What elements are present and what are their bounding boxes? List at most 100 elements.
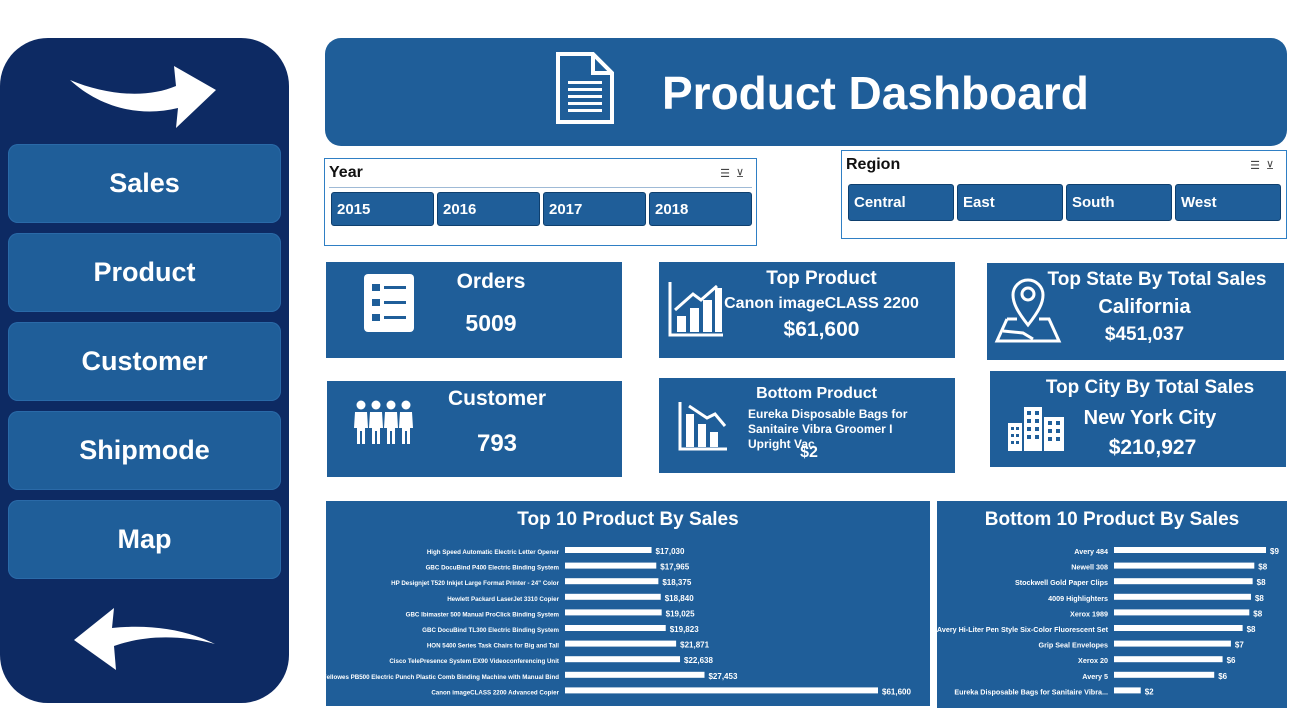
checklist-icon (364, 274, 414, 332)
bar-value-label: $6 (1227, 656, 1236, 665)
decline-chart-icon (678, 402, 727, 451)
year-2015-button[interactable]: 2015 (331, 192, 434, 226)
bar-value-label: $8 (1258, 563, 1267, 572)
bar-category-label: High Speed Automatic Electric Letter Ope… (427, 549, 560, 556)
bar-category-label: Newell 308 (1071, 563, 1108, 572)
year-2017-button[interactable]: 2017 (543, 192, 646, 226)
bar-category-label: GBC Ibimaster 500 Manual ProClick Bindin… (406, 611, 560, 618)
bar-category-label: Grip Seal Envelopes (1038, 641, 1108, 650)
nav-product-button[interactable]: Product (8, 233, 281, 312)
region-item-label: South (1072, 194, 1115, 211)
bottom10-bar-chart: Avery 484 $9 Newell 308 $8 Stockwell Gold Pa… (937, 547, 1279, 696)
bar (565, 656, 681, 663)
top-city-title: Top City By Total Sales (1045, 377, 1255, 398)
bar (1114, 609, 1250, 616)
divider (329, 187, 752, 188)
bar (565, 671, 705, 678)
bar-category-label: Fellowes PB500 Electric Punch Plastic Co… (326, 674, 559, 681)
orders-title: Orders (456, 270, 526, 293)
bar-category-label: HP Designjet T520 Inkjet Large Format Pr… (391, 580, 559, 587)
growth-chart-icon (668, 282, 723, 337)
orders-value: 5009 (465, 310, 517, 336)
document-icon (556, 52, 614, 124)
year-item-label: 2015 (337, 200, 371, 218)
region-west-button[interactable]: West (1175, 184, 1281, 221)
region-item-label: West (1181, 194, 1217, 211)
bar-value-label: $8 (1257, 578, 1266, 587)
top-product-card: Top Product Canon imageCLASS 2200 $61,60… (659, 262, 955, 358)
region-south-button[interactable]: South (1066, 184, 1172, 221)
bar (1114, 593, 1251, 600)
bar-category-label: Avery 5 (1082, 672, 1108, 681)
page-title: Product Dashboard (662, 67, 1089, 119)
bar-value-label: $18,840 (665, 594, 694, 603)
region-item-label: East (963, 194, 995, 211)
bar-category-label: Avery 484 (1074, 547, 1108, 556)
bar-value-label: $22,638 (684, 656, 713, 665)
bar (1114, 562, 1255, 569)
nav-shipmode-button[interactable]: Shipmode (8, 411, 281, 490)
bar-value-label: $19,823 (670, 625, 699, 634)
orders-card: Orders 5009 (326, 262, 622, 358)
top-product-name: Canon imageCLASS 2200 (724, 295, 919, 312)
top-product-title: Top Product (766, 268, 877, 289)
nav-customer-label: Customer (81, 346, 208, 376)
bar (565, 625, 666, 631)
bar (565, 562, 657, 569)
customer-value: 793 (476, 430, 518, 457)
bar-category-label: Cisco TelePresence System EX90 Videoconf… (389, 658, 559, 665)
year-item-label: 2018 (655, 200, 689, 218)
bar-value-label: $17,965 (660, 563, 689, 572)
bar (565, 547, 652, 553)
bar-category-label: 4009 Highlighters (1048, 594, 1108, 603)
bar (565, 640, 677, 647)
bar-value-label: $19,025 (666, 609, 695, 618)
nav-sales-button[interactable]: Sales (8, 144, 281, 223)
bar-value-label: $8 (1247, 625, 1256, 634)
year-2016-button[interactable]: 2016 (437, 192, 540, 226)
bar (1114, 547, 1266, 553)
back-arrow-icon[interactable] (72, 604, 217, 680)
bar-value-label: $27,453 (708, 672, 737, 681)
bar (565, 687, 878, 694)
nav-map-button[interactable]: Map (8, 500, 281, 579)
top-state-card: Top State By Total Sales California $451… (987, 263, 1284, 360)
side-navigation: Sales Product Customer Shipmode Map (0, 38, 289, 703)
nav-shipmode-label: Shipmode (79, 435, 210, 465)
bar-category-label: Hewlett Packard LaserJet 3310 Copier (447, 596, 559, 603)
bottom-product-value: $2 (800, 444, 818, 461)
bar-category-label: HON 5400 Series Task Chairs for Big and … (427, 643, 559, 650)
bar (565, 593, 661, 600)
region-central-button[interactable]: Central (848, 184, 954, 221)
year-2018-button[interactable]: 2018 (649, 192, 752, 226)
bar-value-label: $8 (1253, 609, 1262, 618)
bar (1114, 687, 1141, 694)
bar-category-label: Canon imageCLASS 2200 Advanced Copier (431, 689, 559, 696)
top-city-name: New York City (1083, 407, 1217, 429)
nav-sales-label: Sales (109, 168, 180, 198)
year-slicer: Year ☰⊻ 2015 2016 2017 2018 (324, 158, 757, 246)
bar-category-label: Stockwell Gold Paper Clips (1015, 578, 1108, 587)
top-city-card: Top City By Total Sales New York City $2… (990, 371, 1286, 467)
bar-category-label: GBC DocuBind TL300 Electric Binding Syst… (422, 627, 559, 634)
bottom-product-card: Bottom Product Eureka Disposable Bags fo… (659, 378, 955, 473)
nav-customer-button[interactable]: Customer (8, 322, 281, 401)
top10-bar-chart: High Speed Automatic Electric Letter Ope… (326, 547, 911, 696)
region-east-button[interactable]: East (957, 184, 1063, 221)
forward-arrow-icon[interactable] (68, 52, 218, 130)
slicer-tools-icons[interactable]: ☰⊻ (720, 167, 750, 180)
bar-value-label: $6 (1218, 672, 1227, 681)
top-state-name: California (1098, 296, 1191, 318)
slicer-tools-icons[interactable]: ☰⊻ (1250, 159, 1280, 172)
bar-category-label: GBC DocuBind P400 Electric Binding Syste… (426, 565, 560, 572)
year-item-label: 2016 (443, 200, 477, 218)
bottom-product-name: Eureka Disposable Bags for Sanitaire Vib… (748, 407, 908, 451)
year-item-label: 2017 (549, 200, 583, 218)
bar (565, 609, 662, 616)
people-icon (354, 400, 413, 444)
bottom10-chart-panel: Bottom 10 Product By Sales Avery 484 $9 Ne… (937, 501, 1287, 708)
bar-value-label: $7 (1235, 641, 1244, 650)
bar-category-label: Xerox 20 (1078, 656, 1108, 665)
bottom-product-title: Bottom Product (756, 385, 877, 402)
customer-title: Customer (447, 387, 547, 410)
